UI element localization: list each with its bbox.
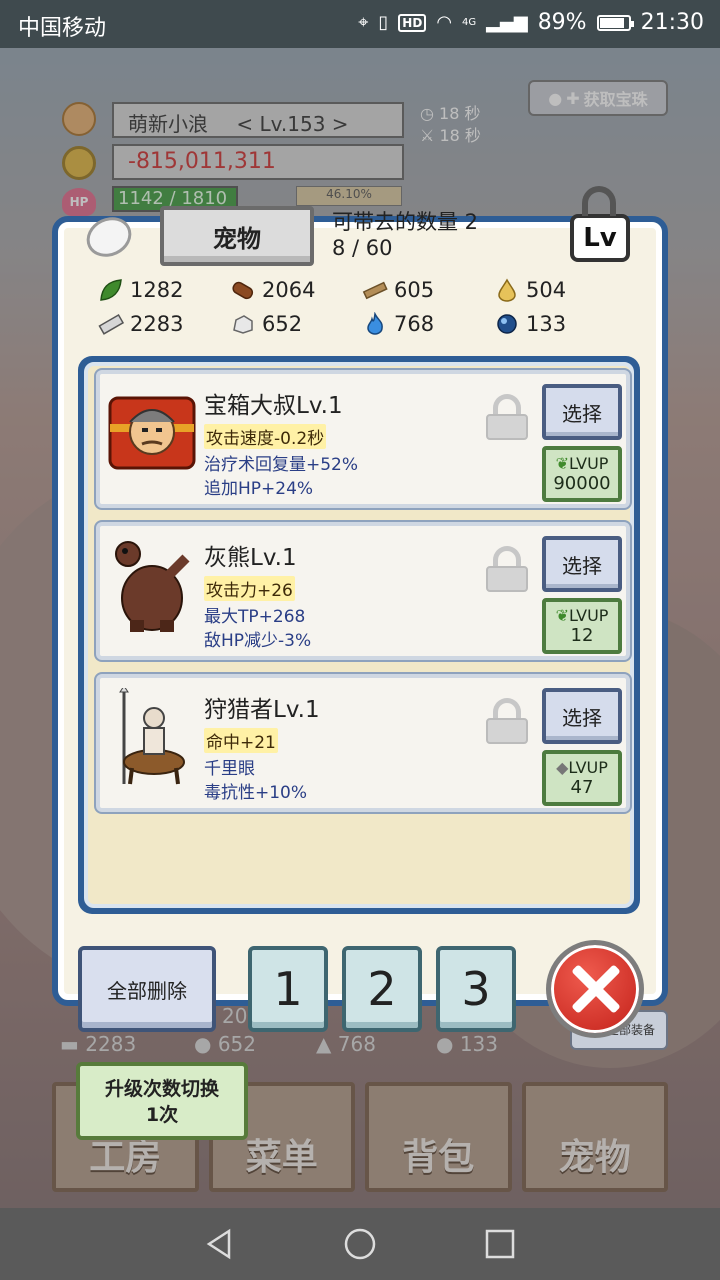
resource-grid: 1282 2064 605 504 2283 652 768 133 bbox=[98, 278, 628, 336]
iron-ingot-icon bbox=[98, 314, 124, 335]
vibrate-icon: ▯ bbox=[378, 12, 389, 33]
leaf-icon: ❦ bbox=[555, 606, 569, 625]
leaf-icon bbox=[100, 279, 122, 301]
wood-plank-icon bbox=[362, 281, 388, 300]
lvup-button[interactable]: ❦LVUP 12 bbox=[542, 598, 622, 654]
delete-all-button[interactable]: 全部删除 bbox=[78, 946, 216, 1032]
close-icon[interactable] bbox=[546, 940, 644, 1038]
capacity-count: 8 / 60 bbox=[332, 236, 393, 260]
pet-stat-3: 追加HP+24% bbox=[204, 479, 314, 499]
pet-list-frame: 宝箱大叔Lv.1 攻击速度-0.2秒 治疗术回复量+52% 追加HP+24% 选… bbox=[78, 356, 640, 914]
pet-lock-icon[interactable] bbox=[484, 546, 530, 592]
home-icon[interactable] bbox=[343, 1227, 377, 1261]
resource-log: 2064 bbox=[230, 278, 362, 302]
wifi-icon: ◠ bbox=[436, 12, 453, 33]
resource-plank: 605 bbox=[362, 278, 494, 302]
lvup-cost: 12 bbox=[570, 625, 594, 646]
upgrade-count-toggle[interactable]: 升级次数切换 1次 bbox=[76, 1062, 248, 1140]
pet-stat-2: 治疗术回复量+52% bbox=[204, 455, 359, 475]
recents-icon[interactable] bbox=[483, 1227, 517, 1261]
hd-badge: HD bbox=[398, 13, 427, 32]
hunter-pet-icon bbox=[119, 688, 185, 785]
resource-ingot: 2283 bbox=[98, 312, 230, 336]
pet-name: 狩猎者Lv.1 bbox=[204, 697, 320, 723]
page-2-button[interactable]: 2 bbox=[342, 946, 422, 1032]
carrier-label: 中国移动 bbox=[18, 16, 107, 41]
pet-stat-2: 最大TP+268 bbox=[204, 607, 306, 627]
status-bar: 中国移动 ⌖ ▯ HD ◠ 4G ▂▄▆ 89% 21:30 bbox=[0, 0, 720, 48]
system-navigation-bar bbox=[0, 1208, 720, 1280]
resource-flame: 768 bbox=[362, 312, 494, 336]
dark-orb-icon bbox=[497, 314, 517, 334]
blue-flame-icon bbox=[367, 312, 383, 335]
pet-name: 灰熊Lv.1 bbox=[204, 545, 297, 571]
select-button[interactable]: 选择 bbox=[542, 536, 622, 592]
battery-icon bbox=[596, 14, 634, 31]
lvup-cost: 90000 bbox=[553, 473, 611, 494]
stone-icon bbox=[233, 315, 253, 334]
back-icon[interactable] bbox=[203, 1227, 237, 1261]
page-1-button[interactable]: 1 bbox=[248, 946, 328, 1032]
select-button[interactable]: 选择 bbox=[542, 384, 622, 440]
network-type: 4G bbox=[462, 17, 477, 28]
pet-stat-1: 命中+21 bbox=[204, 728, 278, 753]
pet-lock-icon[interactable] bbox=[484, 698, 530, 744]
pet-stat-2: 千里眼 bbox=[204, 759, 255, 779]
select-button[interactable]: 选择 bbox=[542, 688, 622, 744]
resource-orb: 133 bbox=[494, 312, 626, 336]
treasure-chest-pet-icon bbox=[108, 396, 196, 470]
status-icons: ⌖ ▯ HD ◠ 4G ▂▄▆ 89% 21:30 bbox=[358, 10, 704, 35]
pet-stat-3: 敌HP减少-3% bbox=[204, 631, 312, 651]
pet-card-treasure-uncle[interactable]: 宝箱大叔Lv.1 攻击速度-0.2秒 治疗术回复量+52% 追加HP+24% 选… bbox=[96, 370, 630, 508]
clock: 21:30 bbox=[640, 10, 704, 35]
stone-icon: ◆ bbox=[556, 758, 569, 777]
oil-drop-icon bbox=[498, 278, 516, 302]
lv-lock-button[interactable]: Lv bbox=[568, 186, 632, 262]
pet-card-grizzly[interactable]: 灰熊Lv.1 攻击力+26 最大TP+268 敌HP减少-3% 选择 ❦LVUP… bbox=[96, 522, 630, 660]
pet-list[interactable]: 宝箱大叔Lv.1 攻击速度-0.2秒 治疗术回复量+52% 追加HP+24% 选… bbox=[84, 362, 634, 908]
pet-stat-1: 攻击速度-0.2秒 bbox=[204, 424, 327, 449]
pet-name: 宝箱大叔Lv.1 bbox=[204, 393, 343, 419]
capacity-label: 可带去的数量 2 bbox=[332, 210, 479, 234]
lvup-button[interactable]: ◆LVUP 47 bbox=[542, 750, 622, 806]
lvup-cost: 47 bbox=[570, 777, 594, 798]
panel-title-tab: 宠物 bbox=[160, 206, 314, 266]
log-icon bbox=[232, 281, 254, 300]
battery-percent: 89% bbox=[537, 10, 587, 35]
pet-card-hunter[interactable]: 狩猎者Lv.1 命中+21 千里眼 毒抗性+10% 选择 ◆LVUP 47 bbox=[96, 674, 630, 812]
leaf-icon: ❦ bbox=[555, 454, 569, 473]
location-icon: ⌖ bbox=[358, 12, 369, 33]
lock-icon bbox=[582, 186, 616, 216]
page-3-button[interactable]: 3 bbox=[436, 946, 516, 1032]
lvup-button[interactable]: ❦LVUP 90000 bbox=[542, 446, 622, 502]
resource-oil: 504 bbox=[494, 278, 626, 302]
resource-stone: 652 bbox=[230, 312, 362, 336]
signal-icon: ▂▄▆ bbox=[486, 12, 528, 33]
pet-stat-1: 攻击力+26 bbox=[204, 576, 295, 601]
grizzly-bear-pet-icon bbox=[115, 541, 190, 632]
resource-leaf: 1282 bbox=[98, 278, 230, 302]
pet-stat-3: 毒抗性+10% bbox=[204, 783, 308, 803]
pet-lock-icon[interactable] bbox=[484, 394, 530, 440]
